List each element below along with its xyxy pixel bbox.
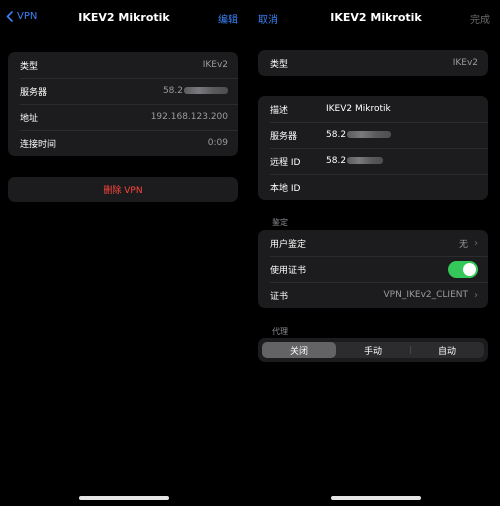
redacted-blur: [347, 157, 384, 164]
cert-row[interactable]: 证书 VPN_IKEv2_CLIENT ›: [258, 282, 488, 308]
type-value: IKEv2: [452, 58, 478, 68]
redacted-blur: [184, 87, 228, 94]
user-auth-label: 用户鉴定: [270, 239, 307, 250]
done-button[interactable]: 完成: [470, 11, 490, 26]
info-row-connect-time: 连接时间 0:09: [8, 130, 238, 156]
proxy-option-off[interactable]: 关闭: [262, 342, 336, 358]
delete-vpn-button[interactable]: 删除 VPN: [8, 177, 238, 202]
remote-id-field[interactable]: 58.2: [326, 156, 478, 166]
nav-bar: 取消 IKEV2 Mikrotik 完成: [252, 0, 500, 36]
info-value-server: 58.2: [163, 86, 228, 96]
config-label: 本地 ID: [270, 183, 301, 194]
chevron-right-icon: ›: [474, 237, 478, 249]
auth-card: 用户鉴定 无 › 使用证书 证书 VPN_IKEv2_CLIENT ›: [258, 230, 488, 308]
description-field[interactable]: IKEV2 Mikrotik: [326, 104, 478, 114]
config-label: 服务器: [270, 131, 298, 142]
home-indicator: [331, 496, 421, 500]
nav-bar: VPN IKEV2 Mikrotik 编辑: [0, 0, 248, 36]
proxy-segmented-control: 关闭 手动 自动: [258, 338, 488, 362]
info-value: 0:09: [207, 138, 228, 148]
proxy-option-auto[interactable]: 自动: [410, 342, 484, 358]
use-cert-label: 使用证书: [270, 265, 307, 276]
home-indicator: [79, 496, 169, 500]
info-label: 类型: [20, 61, 39, 72]
server-prefix: 58.2: [326, 130, 347, 140]
connection-info-card: 类型 IKEv2 服务器 58.2 地址 192.168.123.200 连接时…: [8, 52, 238, 156]
config-label: 描述: [270, 105, 289, 116]
type-card: 类型 IKEv2: [258, 50, 488, 76]
user-auth-row[interactable]: 用户鉴定 无 ›: [258, 230, 488, 256]
page-title: IKEV2 Mikrotik: [330, 11, 422, 24]
type-row[interactable]: 类型 IKEv2: [258, 50, 488, 76]
server-field[interactable]: 58.2: [326, 130, 478, 140]
info-row-type: 类型 IKEv2: [8, 52, 238, 78]
user-auth-value: 无: [458, 239, 468, 250]
edit-button[interactable]: 编辑: [218, 11, 238, 26]
remote-id-prefix: 58.2: [326, 156, 347, 166]
user-auth-value-wrap: 无 ›: [459, 237, 478, 250]
config-row-server[interactable]: 服务器 58.2: [258, 122, 488, 148]
vpn-detail-pane: VPN IKEV2 Mikrotik 编辑 类型 IKEv2 服务器 58.2 …: [0, 0, 248, 506]
cert-label: 证书: [270, 291, 289, 302]
redacted-blur: [347, 131, 392, 138]
config-row-local-id[interactable]: 本地 ID: [258, 174, 488, 200]
proxy-option-manual[interactable]: 手动: [336, 342, 410, 358]
use-cert-row: 使用证书: [258, 256, 488, 282]
cert-value-wrap: VPN_IKEv2_CLIENT ›: [384, 290, 478, 301]
page-title: IKEV2 Mikrotik: [78, 11, 170, 24]
segment-track: 关闭 手动 自动: [262, 342, 484, 358]
use-cert-toggle[interactable]: [448, 260, 478, 278]
config-row-description[interactable]: 描述 IKEV2 Mikrotik: [258, 96, 488, 122]
type-label: 类型: [270, 59, 289, 70]
info-value: 192.168.123.200: [150, 112, 228, 122]
info-row-server: 服务器 58.2: [8, 78, 238, 104]
info-label: 地址: [20, 113, 39, 124]
proxy-section-title: 代理: [272, 327, 288, 336]
server-prefix: 58.2: [162, 86, 183, 96]
config-row-remote-id[interactable]: 远程 ID 58.2: [258, 148, 488, 174]
config-card: 描述 IKEV2 Mikrotik 服务器 58.2 远程 ID 58.2 本地…: [258, 96, 488, 200]
screen: VPN IKEV2 Mikrotik 编辑 类型 IKEv2 服务器 58.2 …: [0, 0, 500, 506]
auth-section-title: 鉴定: [272, 218, 288, 227]
chevron-right-icon: ›: [474, 289, 478, 301]
vpn-edit-pane: 取消 IKEV2 Mikrotik 完成 类型 IKEv2 描述 IKEV2 M…: [252, 0, 500, 506]
info-row-address: 地址 192.168.123.200: [8, 104, 238, 130]
toggle-knob: [463, 262, 476, 276]
cert-value: VPN_IKEv2_CLIENT: [383, 290, 468, 300]
info-value: IKEv2: [202, 60, 228, 70]
config-label: 远程 ID: [270, 157, 301, 168]
info-label: 服务器: [20, 87, 48, 98]
info-label: 连接时间: [20, 139, 57, 150]
